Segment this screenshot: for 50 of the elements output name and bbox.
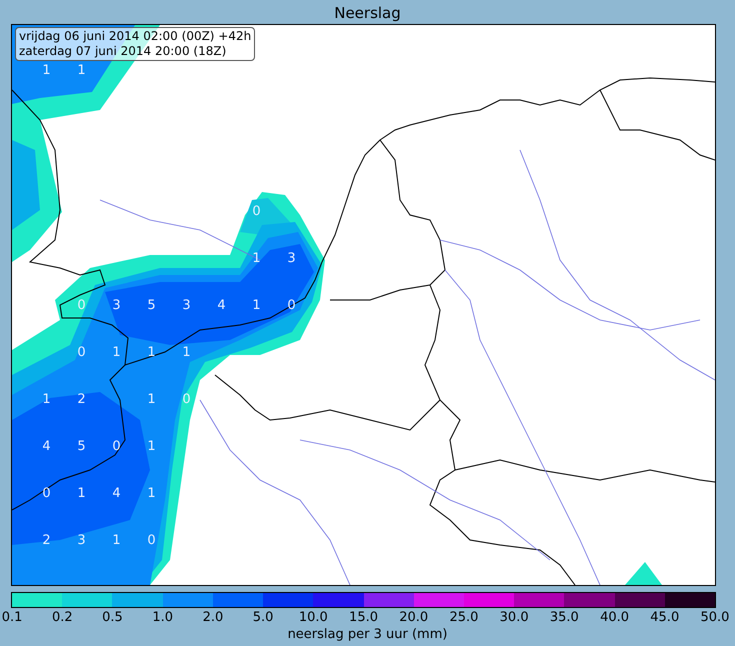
precipitation-value: 0 xyxy=(147,533,156,548)
precipitation-value: 0 xyxy=(77,345,86,360)
colorbar-tick-label: 20.0 xyxy=(399,610,428,626)
precipitation-value: 1 xyxy=(252,251,261,266)
precipitation-value: 0 xyxy=(252,204,261,219)
colorbar-tick-label: 1.0 xyxy=(152,610,174,626)
colorbar-tick-label: 45.0 xyxy=(650,610,680,626)
precipitation-value: 1 xyxy=(147,486,156,501)
colorbar-label: neerslag per 3 uur (mm) xyxy=(288,626,448,644)
colorbar-tick-label: 25.0 xyxy=(449,610,478,626)
precipitation-value: 3 xyxy=(182,298,191,313)
forecast-time-label: zaterdag 07 juni 2014 20:00 (18Z) xyxy=(19,44,228,59)
precipitation-value: 4 xyxy=(42,439,51,454)
colorbar-tick-label: 15.0 xyxy=(349,610,378,626)
precipitation-value: 5 xyxy=(77,439,86,454)
colorbar-tick-label: 50.0 xyxy=(700,610,730,626)
precipitation-value: 0 xyxy=(182,392,191,407)
chart-title: Neerslag xyxy=(334,3,401,24)
forecast-time-label: vrijdag 06 juni 2014 02:00 (00Z) +42h xyxy=(19,29,252,44)
colorbar-tick-label: 35.0 xyxy=(550,610,579,626)
precipitation-value: 5 xyxy=(147,298,156,313)
precipitation-value: 2 xyxy=(77,392,86,407)
colorbar-tick-label: 2.0 xyxy=(202,610,224,626)
precipitation-value: 1 xyxy=(77,486,86,501)
precipitation-value: 1 xyxy=(147,345,156,360)
precipitation-value: 4 xyxy=(112,486,121,501)
colorbar-tick-label: 40.0 xyxy=(600,610,630,626)
precipitation-value: 0 xyxy=(112,439,121,454)
precipitation-value: 0 xyxy=(77,298,86,313)
precipitation-value: 2 xyxy=(42,533,51,548)
precipitation-value: 4 xyxy=(217,298,226,313)
precipitation-value: 1 xyxy=(42,63,51,78)
precipitation-value: 1 xyxy=(112,533,121,548)
colorbar-tick-label: 0.2 xyxy=(52,610,73,626)
colorbar-tick-label: 0.1 xyxy=(2,610,22,626)
colorbar-tick-label: 5.0 xyxy=(252,610,274,626)
precipitation-value: 1 xyxy=(112,345,121,360)
precipitation-value: 1 xyxy=(182,345,191,360)
precipitation-value: 3 xyxy=(112,298,121,313)
colorbar-tick-label: 30.0 xyxy=(500,610,529,626)
precipitation-value: 1 xyxy=(77,63,86,78)
colorbar-tick-label: 0.5 xyxy=(102,610,123,626)
precipitation-value: 1 xyxy=(147,439,156,454)
precipitation-value: 1 xyxy=(42,392,51,407)
precipitation-value: 1 xyxy=(252,298,261,313)
precipitation-value: 3 xyxy=(77,533,86,548)
colorbar-tick-label: 10.0 xyxy=(298,610,328,626)
precipitation-value: 3 xyxy=(287,251,296,266)
precipitation-value: 1 xyxy=(147,392,156,407)
precipitation-value: 0 xyxy=(42,486,51,501)
